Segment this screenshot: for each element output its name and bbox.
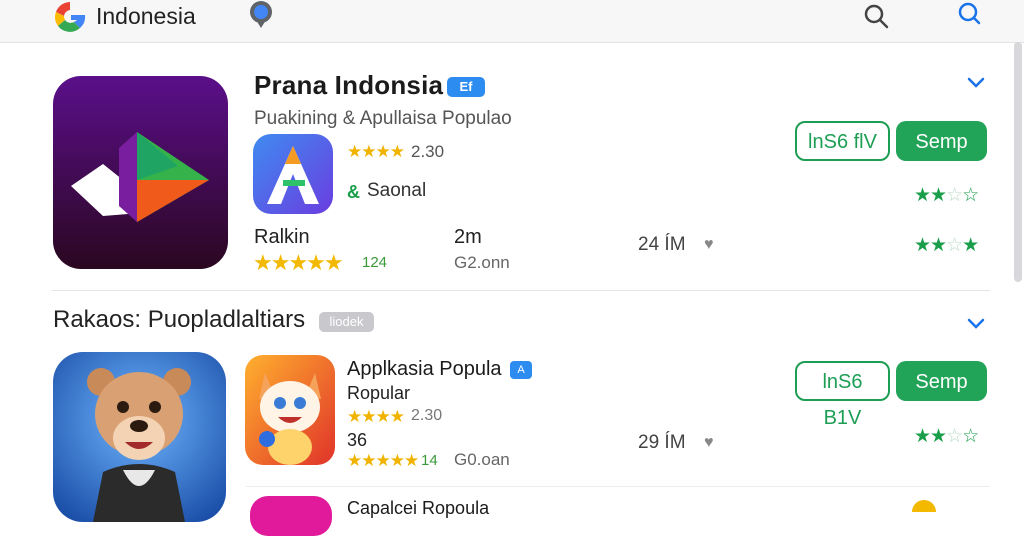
featured-title: Prana Indonsia xyxy=(254,70,444,100)
featured-badge: Ef xyxy=(447,77,485,97)
app-review-count: 14 xyxy=(421,452,438,469)
heart-icon[interactable]: ♥ xyxy=(704,236,714,254)
scrollbar[interactable] xyxy=(1014,42,1022,282)
open-button[interactable]: Semp xyxy=(896,361,987,401)
chevron-down-icon[interactable] xyxy=(964,72,988,92)
search-icon[interactable] xyxy=(954,0,982,28)
ranking-label: Ralkin xyxy=(254,226,310,248)
section-title: Rakaos: Puopladlaltiars xyxy=(53,306,306,333)
search-icon[interactable] xyxy=(862,2,890,30)
section-badge: liodek xyxy=(319,312,374,332)
app-rating-value: 2.30 xyxy=(411,142,445,161)
google-g-icon[interactable] xyxy=(52,0,88,34)
green-rating-stars: ★★☆☆ xyxy=(914,185,979,206)
app-badge: A xyxy=(510,361,532,379)
page-title: Indonesia xyxy=(96,3,196,29)
pink-app-icon[interactable] xyxy=(250,496,332,536)
install-button[interactable]: lnS6 B1V xyxy=(795,361,890,429)
app-domain: G2.onn xyxy=(454,253,510,272)
download-count: 24 ÍM xyxy=(638,234,686,255)
app-rating-stars: ★★★★ xyxy=(347,142,405,161)
list-divider xyxy=(246,486,990,487)
bear-app-icon[interactable] xyxy=(53,352,226,522)
developer-icon: & xyxy=(347,182,360,202)
cat-app-icon[interactable] xyxy=(245,355,335,465)
app-review-stars: ★★★★★ xyxy=(347,451,419,470)
app-rating-value: 2.30 xyxy=(411,407,443,424)
heart-icon[interactable]: ♥ xyxy=(704,434,714,452)
ranking-count: 124 xyxy=(362,254,388,271)
open-button[interactable]: Semp xyxy=(896,121,987,161)
featured-app-icon[interactable] xyxy=(53,76,228,269)
app-domain: G0.oan xyxy=(454,450,510,469)
install-button[interactable]: lnS6 flV xyxy=(795,121,890,161)
app-title[interactable]: Applkasia Popula xyxy=(347,358,502,381)
app-number: 36 xyxy=(347,430,368,450)
app-rating-stars: ★★★★ xyxy=(347,407,405,426)
app-icon-a[interactable] xyxy=(253,134,333,214)
chevron-down-icon[interactable] xyxy=(964,313,988,333)
star-icon xyxy=(912,500,936,512)
developer-name[interactable]: Saonal xyxy=(367,180,426,202)
featured-subtitle: Puakining & Apullaisa Populao xyxy=(254,108,512,129)
ranking-stars: ★★★★★ xyxy=(253,250,344,275)
app-size: 2m xyxy=(454,226,482,248)
app-subtitle: Ropular xyxy=(347,383,411,403)
green-rating-stars: ★★☆☆ xyxy=(914,426,979,447)
section-divider xyxy=(52,290,990,291)
download-count: 29 ÍM xyxy=(638,432,686,453)
maps-pin-icon[interactable] xyxy=(246,0,276,30)
green-rating-stars: ★★☆★ xyxy=(914,235,979,256)
next-app-title[interactable]: Capalcei Ropoula xyxy=(347,498,489,519)
